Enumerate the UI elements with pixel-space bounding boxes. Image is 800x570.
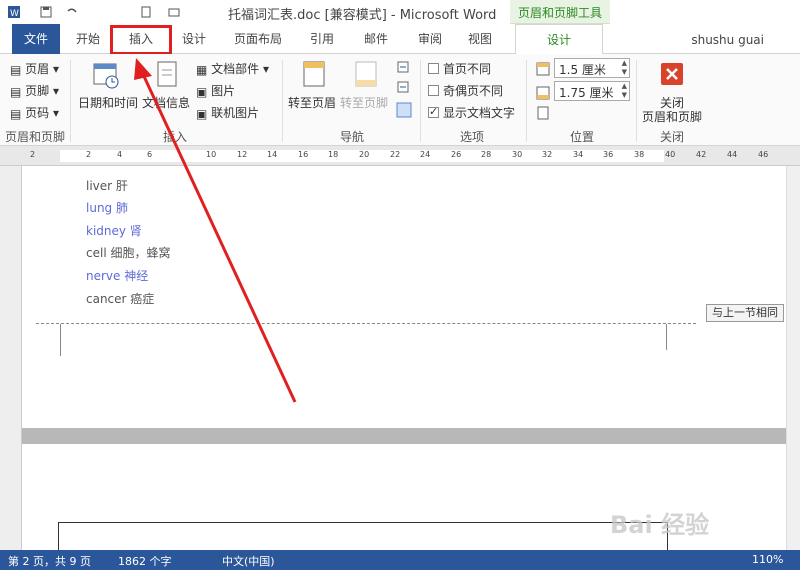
status-bar: 第 2 页，共 9 页 1862 个字 中文(中国) 110% <box>0 550 800 570</box>
status-words[interactable]: 1862 个字 <box>118 553 172 569</box>
status-language[interactable]: 中文(中国) <box>222 553 275 569</box>
zoom-level[interactable]: 110% <box>752 553 783 566</box>
annotation-arrow <box>134 58 297 403</box>
status-page[interactable]: 第 2 页，共 9 页 <box>8 553 91 569</box>
watermark-logo: Bai 经验 <box>610 511 710 539</box>
